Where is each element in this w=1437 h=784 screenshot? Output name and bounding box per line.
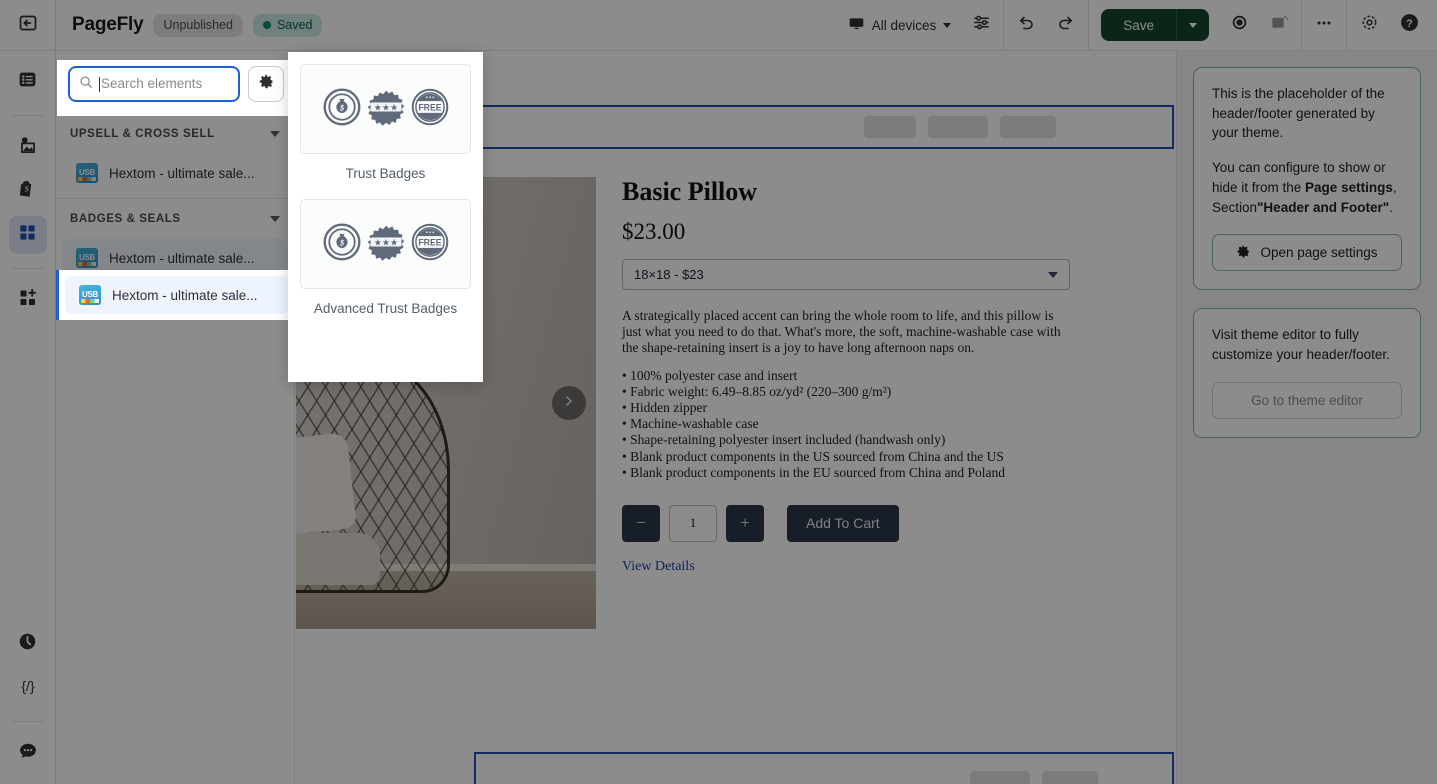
svg-text:$: $ [338, 238, 343, 247]
free-seal-icon: ••• FREE [410, 222, 450, 267]
money-bag-seal-icon: $ [322, 222, 362, 267]
modal-dim-overlay[interactable] [0, 0, 1437, 784]
panel-search-row-active: Search elements [57, 60, 295, 108]
search-input[interactable]: Search elements [68, 66, 240, 102]
search-icon [79, 75, 93, 94]
three-star-badge-icon: ★★★ [364, 87, 408, 132]
svg-text:$: $ [338, 103, 343, 112]
hextom-app-icon: USB [79, 285, 101, 305]
svg-text:•••: ••• [425, 95, 435, 101]
selected-element-highlight: USB Hextom - ultimate sale... [56, 270, 295, 320]
badge-preview-row: $ ★★★ ••• FREE [322, 87, 450, 132]
search-placeholder-wrap: Search elements [99, 76, 202, 92]
element-item-label: Hextom - ultimate sale... [112, 287, 258, 303]
element-variants-flyout: $ ★★★ ••• FREE Trust Badges $ ★★★ ••• FR… [288, 52, 483, 382]
element-item-hextom-badges-active[interactable]: USB Hextom - ultimate sale... [65, 276, 289, 314]
panel-settings-button[interactable] [248, 66, 284, 102]
svg-text:★★★: ★★★ [373, 103, 397, 113]
gear-icon [258, 73, 275, 95]
search-placeholder: Search elements [101, 76, 203, 92]
app-icon-label: USB [82, 290, 98, 299]
flyout-item-label: Advanced Trust Badges [313, 301, 458, 316]
flyout-item-trust-badges[interactable]: $ ★★★ ••• FREE [300, 64, 471, 154]
badge-preview-row: $ ★★★ ••• FREE [322, 222, 450, 267]
three-star-badge-icon: ★★★ [364, 222, 408, 267]
flyout-item-advanced-trust-badges[interactable]: $ ★★★ ••• FREE [300, 199, 471, 289]
selection-indicator-bar [56, 270, 59, 320]
svg-text:FREE: FREE [418, 237, 441, 247]
free-seal-icon: ••• FREE [410, 87, 450, 132]
svg-text:•••: ••• [425, 230, 435, 236]
svg-text:★★★: ★★★ [373, 238, 397, 248]
svg-text:FREE: FREE [418, 102, 441, 112]
money-bag-seal-icon: $ [322, 87, 362, 132]
search-row-highlight: Search elements [57, 60, 295, 116]
text-cursor [99, 76, 100, 92]
flyout-item-label: Trust Badges [345, 166, 426, 181]
